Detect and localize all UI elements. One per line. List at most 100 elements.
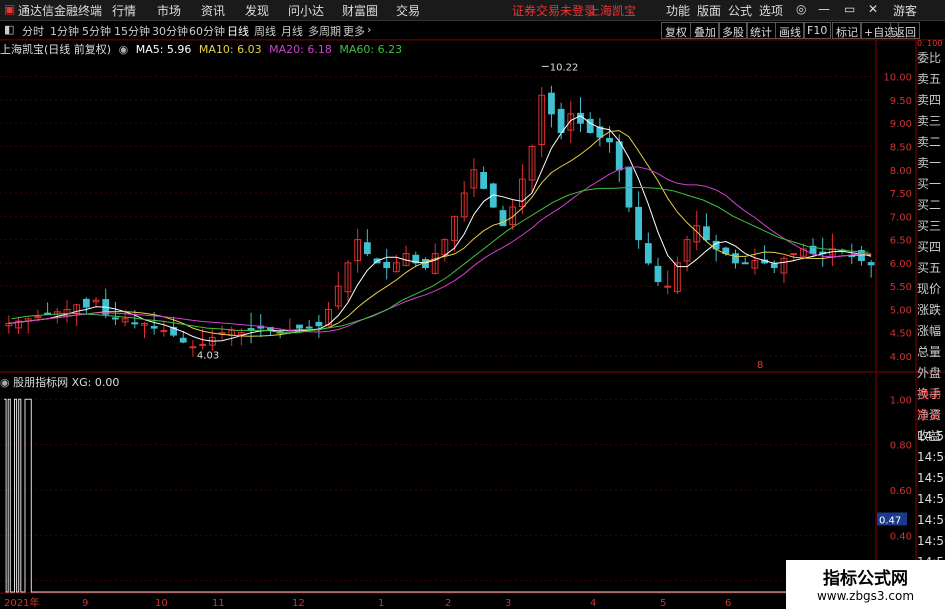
candle-body: [160, 329, 168, 332]
candle-body: [179, 337, 187, 343]
ma60-label: MA60: 6.23: [339, 43, 403, 56]
low-price-label: 4.03: [197, 351, 219, 362]
ma10-label: MA10: 6.03: [198, 43, 262, 56]
price-tick-label: 4.50: [890, 329, 912, 340]
candle-body: [480, 171, 488, 189]
sidebar-quote-label[interactable]: 现价: [917, 279, 945, 300]
candle-body: [790, 253, 798, 256]
candle-body: [867, 262, 875, 266]
watermark-title: 指标公式网: [823, 569, 908, 589]
price-tick-label: 9.00: [890, 119, 912, 130]
ma5-label: MA5: 5.96: [135, 43, 192, 56]
sidebar-quote-label[interactable]: 买一: [917, 174, 945, 195]
price-tick-label: 8.00: [890, 166, 912, 177]
sidebar-quote-label[interactable]: 总量: [917, 342, 945, 363]
candle-body: [577, 112, 584, 124]
candle-body: [644, 243, 652, 264]
candle-body: [363, 242, 371, 255]
price-tick-label: 5.50: [890, 282, 912, 293]
candle-body: [218, 332, 226, 335]
sidebar-quote-label[interactable]: 买五: [917, 258, 945, 279]
price-tick-label: 5.00: [890, 305, 912, 316]
price-tick-label: 6.00: [890, 259, 912, 270]
x-axis-label: 3: [505, 598, 511, 609]
candle-body: [305, 326, 313, 329]
candle-body: [654, 265, 662, 283]
indicator-tick-label: 0.40: [890, 531, 912, 542]
candle-body: [82, 298, 90, 308]
trade-sidebar: 自动交易14:5614:5614:5614:5614:5614:5614:561…: [917, 384, 945, 590]
candle-body: [703, 226, 710, 241]
price-tick-label: 8.50: [890, 142, 912, 153]
candle-body: [548, 92, 555, 115]
candle-body: [741, 262, 749, 265]
sidebar-quote-label[interactable]: 卖一: [917, 153, 945, 174]
sidebar-quote-label[interactable]: 买三: [917, 216, 945, 237]
x-axis-label: 1: [378, 598, 384, 609]
kline-chart[interactable]: 10.00 9.50 9.00 8.50 8.00 7.50 7.00 6.50 6.00 5.5…: [0, 0, 945, 609]
x-axis-label: 12: [292, 598, 305, 609]
sidebar-quote-label[interactable]: 买四: [917, 237, 945, 258]
x-axis-label: 6: [725, 598, 731, 609]
indicator-legend: ◉ 股朋指标网 XG: 0.00: [0, 374, 119, 390]
sidebar-trade-label[interactable]: 交易: [917, 405, 945, 426]
indicator-name: 股朋指标网: [13, 376, 69, 389]
candle-body: [150, 325, 158, 329]
ma5-line: [8, 115, 872, 342]
x-axis-label: 10: [155, 598, 168, 609]
high-price-label: 10.22: [550, 62, 579, 73]
x-axis-label: 2: [445, 598, 451, 609]
watermark-url: www.zbgs3.com: [816, 589, 915, 603]
sidebar-quote-label[interactable]: 涨幅: [917, 321, 945, 342]
price-tick-label: 9.50: [890, 96, 912, 107]
price-tick-label: 6.50: [890, 236, 912, 247]
ma20-line: [8, 166, 872, 333]
candle-body: [199, 343, 207, 346]
sidebar-time-label: 14:56: [917, 429, 945, 443]
sidebar-time-label: 14:56: [917, 471, 945, 485]
indicator-value-label: 0.47: [879, 515, 901, 526]
watermark-logo: 指标公式网 www.zbgs3.com: [786, 560, 945, 609]
sidebar-time-label: 14:56: [917, 450, 945, 464]
x-axis-label: 2021年: [4, 596, 39, 609]
sidebar-quote-label[interactable]: 委比: [917, 48, 945, 69]
candle-body: [615, 141, 623, 171]
sidebar-trade-label[interactable]: 自动: [917, 384, 945, 405]
candle-body: [189, 346, 197, 349]
ma-legend: 上海凯宝(日线 前复权) ◉ MA5: 5.96 MA10: 6.03 MA20…: [0, 41, 406, 57]
event-marker: 8: [757, 360, 763, 371]
sidebar-quote-label[interactable]: 卖四: [917, 90, 945, 111]
x-axis-label: 11: [212, 598, 225, 609]
candle-body: [606, 137, 613, 143]
indicator-settings-icon[interactable]: ◉: [0, 376, 10, 389]
candle-body: [315, 321, 323, 327]
x-axis-label: 4: [590, 598, 596, 609]
sidebar-time-label: 14:56: [917, 492, 945, 506]
stock-title-label: 上海凯宝(日线 前复权): [0, 43, 112, 56]
candle-body: [44, 312, 52, 315]
sidebar-quote-label[interactable]: 涨跌: [917, 300, 945, 321]
candle-body: [131, 322, 139, 325]
sidebar-quote-label[interactable]: 外盘: [917, 363, 945, 384]
ma20-label: MA20: 6.18: [269, 43, 332, 56]
sidebar-quote-label[interactable]: 卖五: [917, 69, 945, 90]
candle-body: [112, 317, 119, 320]
candle-body: [635, 206, 643, 241]
price-tick-label: 10.00: [883, 73, 912, 84]
price-tick-label: 7.50: [890, 189, 912, 200]
x-axis-label: 5: [660, 598, 666, 609]
candle-body: [557, 108, 565, 134]
sidebar-time-label: 14:56: [917, 513, 945, 527]
sidebar-quote-label[interactable]: 卖三: [917, 111, 945, 132]
settings-circle-icon[interactable]: ◉: [119, 43, 129, 56]
xg-signal-line: [4, 398, 876, 593]
price-tick-label: 4.00: [890, 352, 912, 363]
candle-body: [383, 261, 391, 269]
sidebar-quote-label[interactable]: 买二: [917, 195, 945, 216]
sidebar-top-small: 0. 100: [917, 40, 943, 48]
candle-body: [732, 253, 739, 264]
ma60-line: [11, 187, 869, 334]
sidebar-quote-label[interactable]: 卖二: [917, 132, 945, 153]
quote-sidebar: 0. 100 委比 卖五 卖四 卖三 卖二 卖一 买一 买二 买三 买四 买五 现价 涨跌 涨幅 总量 外盘 换手…: [917, 40, 945, 443]
indicator-xg-value: XG: 0.00: [71, 376, 120, 389]
